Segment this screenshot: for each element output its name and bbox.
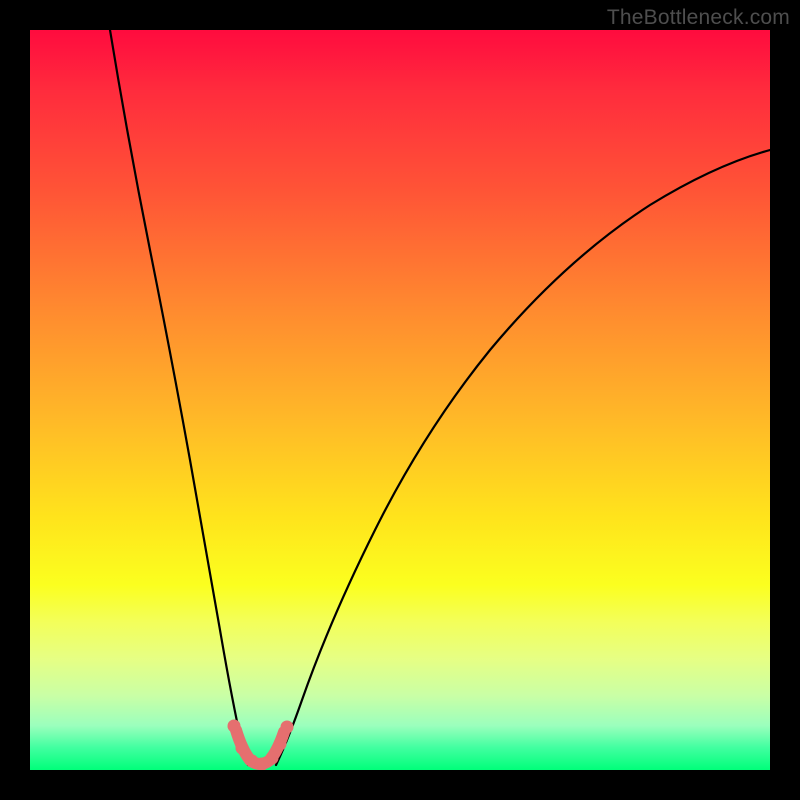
plot-area — [30, 30, 770, 770]
optimal-band-dot — [236, 742, 249, 755]
curve-layer — [30, 30, 770, 770]
chart-frame: TheBottleneck.com — [0, 0, 800, 800]
optimal-band-dot — [266, 752, 279, 765]
curve-right-branch — [276, 150, 770, 765]
watermark-label: TheBottleneck.com — [607, 6, 790, 30]
optimal-band-dot — [274, 738, 287, 751]
optimal-band-dot — [281, 721, 294, 734]
optimal-band-dot — [228, 720, 241, 733]
curve-left-branch — [110, 30, 248, 765]
